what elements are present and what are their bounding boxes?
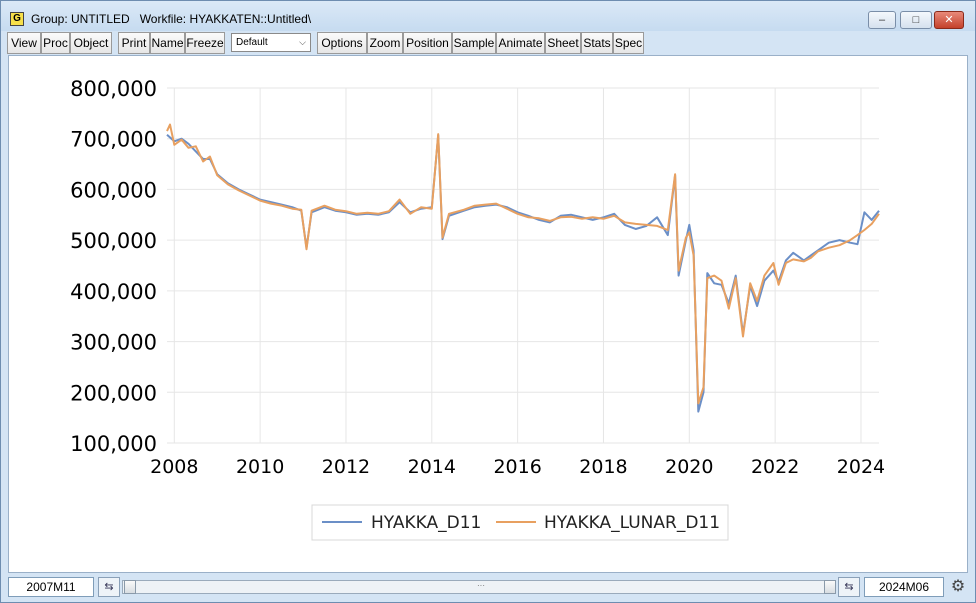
sample-end[interactable]: 2024M06: [864, 577, 944, 597]
x-tick-label: 2008: [150, 456, 198, 478]
x-tick-label: 2016: [493, 456, 541, 478]
series-line-hyakka-lunar-d11: [166, 123, 880, 405]
close-button[interactable]: ✕: [934, 11, 964, 29]
graph-template-select[interactable]: Default ⌵: [231, 33, 311, 52]
x-tick-label: 2018: [579, 456, 627, 478]
name-button[interactable]: Name: [150, 32, 185, 54]
x-tick-label: 2024: [837, 456, 885, 478]
group-app-icon[interactable]: G: [10, 12, 24, 26]
swap-arrows-icon[interactable]: ⇆: [98, 577, 120, 597]
sample-status-bar: 2007M11 ⇆ ··· ⇆ 2024M06 ⚙: [8, 575, 968, 599]
y-tick-label: 700,000: [70, 128, 157, 152]
x-tick-label: 2022: [751, 456, 799, 478]
graph-view[interactable]: 100,000 200,000 300,000 400,000 500,000 600,0…: [8, 55, 968, 573]
spec-button[interactable]: Spec: [613, 32, 644, 54]
window-title: Group: UNTITLED Workfile: HYAKKATEN::Unt…: [31, 12, 312, 26]
zoom-button[interactable]: Zoom: [367, 32, 403, 54]
sheet-button[interactable]: Sheet: [545, 32, 581, 54]
line-chart: 100,000 200,000 300,000 400,000 500,000 600,0…: [70, 77, 885, 541]
legend: HYAKKA_D11 HYAKKA_LUNAR_D11: [311, 504, 729, 541]
sample-start[interactable]: 2007M11: [8, 577, 94, 597]
maximize-button[interactable]: □: [900, 11, 932, 29]
x-tick-label: 2010: [236, 456, 284, 478]
legend-label-hyakka-d11: HYAKKA_D11: [371, 513, 481, 533]
series: [166, 123, 880, 413]
y-tick-label: 300,000: [70, 331, 157, 355]
view-button[interactable]: View: [7, 32, 41, 54]
print-button[interactable]: Print: [118, 32, 150, 54]
end-drag-handle[interactable]: [824, 580, 836, 594]
freeze-button[interactable]: Freeze: [185, 32, 225, 54]
y-tick-label: 400,000: [70, 280, 157, 304]
object-button[interactable]: Object: [70, 32, 112, 54]
y-tick-label: 100,000: [70, 432, 157, 456]
chevron-down-icon: ⌵: [299, 37, 306, 47]
graph-template-value: Default: [236, 37, 268, 48]
y-tick-label: 800,000: [70, 77, 157, 101]
sample-button[interactable]: Sample: [452, 32, 496, 54]
x-tick-label: 2012: [322, 456, 370, 478]
start-drag-handle[interactable]: [124, 580, 136, 594]
y-tick-label: 600,000: [70, 178, 157, 202]
proc-button[interactable]: Proc: [41, 32, 70, 54]
gear-icon[interactable]: ⚙: [948, 577, 968, 597]
animate-button[interactable]: Animate: [496, 32, 545, 54]
stats-button[interactable]: Stats: [581, 32, 613, 54]
y-tick-label: 200,000: [70, 381, 157, 405]
position-button[interactable]: Position: [403, 32, 452, 54]
x-axis: 2008 2010 2012 2014 2016 2018 2020 2022 2024: [150, 456, 885, 478]
group-window: G Group: UNTITLED Workfile: HYAKKATEN::U…: [0, 0, 976, 603]
options-button[interactable]: Options: [317, 32, 367, 54]
legend-label-hyakka-lunar-d11: HYAKKA_LUNAR_D11: [544, 513, 720, 533]
series-line-hyakka-d11: [166, 133, 880, 413]
minimize-button[interactable]: –: [868, 11, 896, 29]
scroll-grip: ···: [477, 581, 485, 590]
swap-arrows-icon[interactable]: ⇆: [838, 577, 860, 597]
x-tick-label: 2014: [408, 456, 456, 478]
title-bar[interactable]: G Group: UNTITLED Workfile: HYAKKATEN::U…: [1, 1, 975, 31]
y-axis: 100,000 200,000 300,000 400,000 500,000 600,0…: [70, 77, 157, 456]
x-tick-label: 2020: [665, 456, 713, 478]
y-tick-label: 500,000: [70, 229, 157, 253]
